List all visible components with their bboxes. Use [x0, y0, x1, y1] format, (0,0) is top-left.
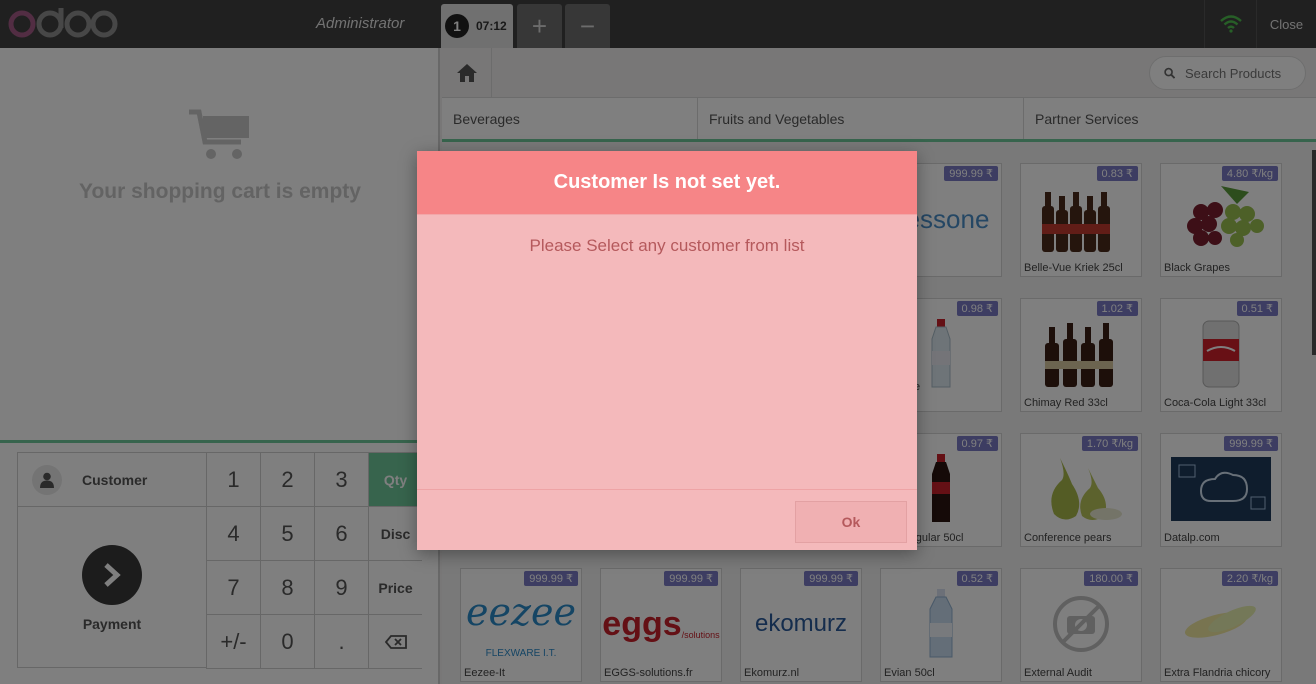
- dialog-message: Please Select any customer from list: [417, 214, 917, 490]
- customer-warning-dialog: Customer Is not set yet. Please Select a…: [417, 151, 917, 550]
- dialog-title: Customer Is not set yet.: [417, 151, 917, 214]
- ok-button[interactable]: Ok: [795, 501, 907, 543]
